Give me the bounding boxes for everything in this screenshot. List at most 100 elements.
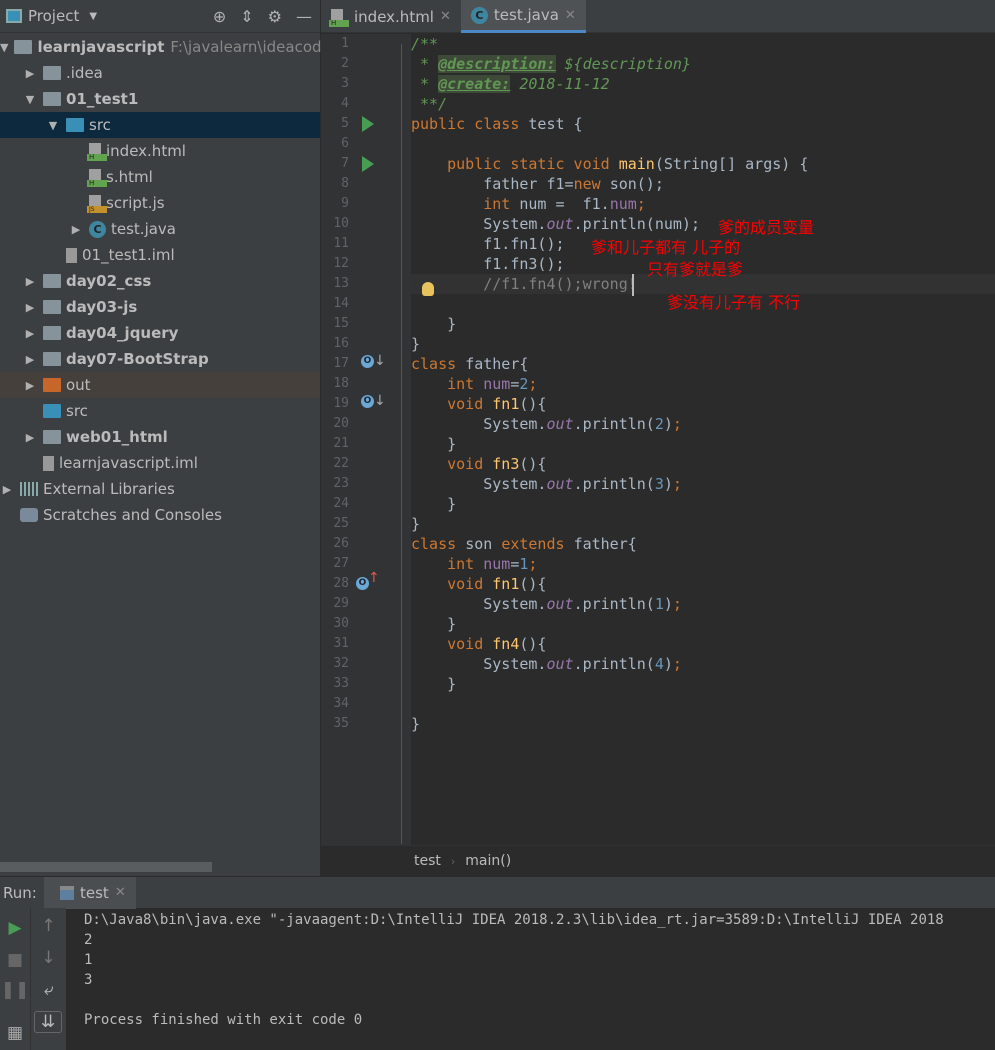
overridden-icon[interactable]: O (361, 355, 374, 368)
tree-item-label: day03-js (66, 298, 138, 316)
chevron-down-icon[interactable]: ▼ (89, 11, 97, 22)
line-number: 32 (333, 656, 349, 671)
breadcrumb-item[interactable]: main() (465, 853, 511, 869)
tree-item[interactable]: script.js (0, 190, 320, 216)
code-token: (){ (519, 575, 547, 593)
tree-item[interactable]: ▼ learnjavascript F:\javalearn\ideacode\ (0, 34, 336, 60)
chevron-down-icon[interactable]: ▼ (0, 41, 8, 54)
line-number: 21 (333, 436, 349, 451)
stop-icon[interactable]: ■ (0, 950, 30, 970)
code-token: * (411, 75, 439, 93)
run-main-icon[interactable] (362, 156, 374, 172)
chevron-right-icon[interactable]: ▶ (23, 353, 37, 366)
code-token: } (411, 335, 421, 353)
chevron-right-icon: › (450, 854, 456, 868)
iml-file-icon (66, 247, 77, 263)
scroll-to-end-icon[interactable]: ⇊ (34, 1011, 62, 1033)
tree-item[interactable]: ▶ day04_jquery (0, 320, 320, 346)
code-token: fn1 (492, 395, 520, 413)
code-token: out (546, 415, 574, 433)
code-token: .println( (573, 415, 655, 433)
chevron-right-icon[interactable]: ▶ (23, 275, 37, 288)
locate-icon[interactable]: ⊕ (213, 7, 226, 26)
run-tab-test[interactable]: test ✕ (44, 876, 136, 909)
tree-item[interactable]: index.html (0, 138, 320, 164)
chevron-right-icon[interactable]: ▶ (0, 483, 14, 496)
code-token: son (465, 535, 502, 553)
tree-item[interactable]: s.html (0, 164, 320, 190)
code-editor[interactable]: /** * @description: ${description} * @cr… (411, 34, 808, 734)
tree-item[interactable]: ▶ .idea (0, 60, 320, 86)
run-config-icon (60, 885, 74, 900)
close-icon[interactable]: ✕ (115, 885, 126, 900)
code-line: /** (411, 34, 808, 54)
code-line: * @description: ${description} (411, 54, 808, 74)
run-tab-label: test (80, 883, 109, 902)
pause-icon[interactable]: ❚❚ (0, 980, 30, 1000)
tree-item-label: .idea (66, 64, 103, 82)
chevron-right-icon[interactable]: ▶ (23, 301, 37, 314)
chevron-down-icon[interactable]: ▼ (46, 119, 60, 132)
close-icon[interactable]: ✕ (565, 8, 576, 23)
arrow-up-icon[interactable]: ↑ (31, 916, 66, 936)
tree-item[interactable]: ▶ Ctest.java (0, 216, 320, 242)
code-token: (){ (519, 635, 547, 653)
tree-item[interactable]: src (0, 398, 320, 424)
chevron-right-icon[interactable]: ▶ (23, 431, 37, 444)
folder-icon (43, 326, 61, 340)
code-token: void (411, 575, 493, 593)
tree-item[interactable]: ▶ day02_css (0, 268, 320, 294)
chevron-right-icon[interactable]: ▶ (69, 223, 83, 236)
iml-file-icon (43, 455, 54, 471)
run-class-icon[interactable] (362, 116, 374, 132)
code-token: f1.fn1(); (411, 235, 565, 253)
run-toolbar: ▶ ■ ❚❚ ▦ (0, 908, 30, 1050)
module-folder-icon (43, 92, 61, 106)
tab-index-html[interactable]: index.html ✕ (321, 0, 461, 33)
soft-wrap-icon[interactable]: ⤶ (31, 980, 66, 1000)
chevron-down-icon[interactable]: ▼ (23, 93, 37, 106)
folder-icon (43, 66, 61, 80)
arrow-down-icon[interactable]: ↓ (31, 948, 66, 968)
chevron-right-icon[interactable]: ▶ (23, 327, 37, 340)
gear-icon[interactable]: ⚙ (268, 7, 282, 26)
breadcrumb-item[interactable]: test (414, 853, 441, 869)
tree-item[interactable]: ▶ web01_html (0, 424, 320, 450)
hide-icon[interactable]: — (296, 7, 312, 26)
tree-item[interactable]: ▶ day07-BootStrap (0, 346, 320, 372)
tree-item[interactable]: ▶ External Libraries (0, 476, 320, 502)
tree-item[interactable]: Scratches and Consoles (0, 502, 320, 528)
lightbulb-icon[interactable] (422, 282, 434, 296)
collapse-all-icon[interactable]: ⇕ (240, 7, 253, 26)
overridden-icon[interactable]: O (361, 395, 374, 408)
horizontal-scrollbar[interactable] (0, 862, 212, 872)
code-token: int (411, 195, 520, 213)
line-number: 6 (341, 136, 349, 151)
layout-icon[interactable]: ▦ (0, 1023, 30, 1043)
code-token: System. (411, 415, 547, 433)
editor-tabs: index.html ✕ C test.java ✕ (321, 0, 995, 33)
tree-item[interactable]: learnjavascript.iml (0, 450, 320, 476)
chevron-right-icon[interactable]: ▶ (23, 67, 37, 80)
chevron-right-icon[interactable]: ▶ (23, 379, 37, 392)
tab-label: index.html (354, 7, 434, 26)
code-line: System.out.println(1); (411, 594, 808, 614)
code-token: ) (663, 475, 673, 493)
close-icon[interactable]: ✕ (440, 9, 451, 24)
tree-item[interactable]: ▼ 01_test1 (0, 86, 320, 112)
code-token: ; (672, 595, 682, 613)
console-output[interactable]: D:\Java8\bin\java.exe "-javaagent:D:\Int… (84, 910, 944, 1030)
console-line: 1 (84, 952, 93, 968)
line-number: 19 (333, 396, 349, 411)
rerun-icon[interactable]: ▶ (0, 918, 30, 938)
tree-item[interactable]: ▼ src (0, 112, 320, 138)
tree-item[interactable]: ▶ out (0, 372, 320, 398)
project-view-selector[interactable]: Project (28, 7, 79, 25)
source-folder-icon (43, 404, 61, 418)
annotation-note: 爹和儿子都有 儿子的 (591, 238, 741, 257)
tree-item[interactable]: 01_test1.iml (0, 242, 320, 268)
line-number: 10 (333, 216, 349, 231)
tree-item[interactable]: ▶ day03-js (0, 294, 320, 320)
tab-test-java[interactable]: C test.java ✕ (460, 0, 586, 33)
